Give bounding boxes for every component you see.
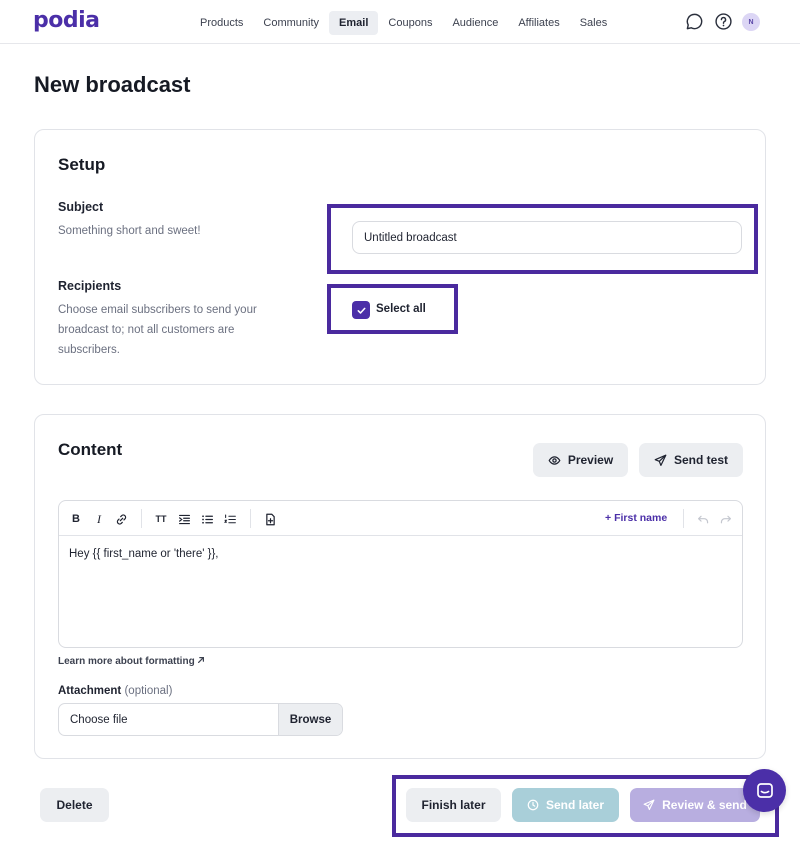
preview-label: Preview — [567, 453, 614, 467]
recipients-label: Recipients — [58, 279, 122, 293]
redo-icon[interactable] — [717, 511, 733, 527]
page-title: New broadcast — [34, 72, 191, 97]
choose-file-text[interactable]: Choose file — [70, 714, 128, 726]
chat-icon[interactable] — [685, 12, 705, 32]
attachment-label: Attachment (optional) — [58, 685, 172, 697]
send-test-button[interactable]: Send test — [639, 443, 743, 477]
preview-button[interactable]: Preview — [533, 443, 628, 477]
undo-icon[interactable] — [695, 511, 711, 527]
bold-icon[interactable]: B — [68, 511, 84, 527]
top-nav: podia Products Community Email Coupons A… — [0, 0, 800, 44]
insert-file-icon[interactable] — [262, 511, 278, 527]
email-editor: B I TT + First name Hey {{ first_name or… — [58, 500, 743, 648]
toolbar-divider — [683, 509, 684, 528]
bullet-list-icon[interactable] — [199, 511, 215, 527]
toolbar-divider — [141, 509, 142, 528]
select-all-label[interactable]: Select all — [376, 303, 426, 315]
indent-icon[interactable] — [176, 511, 192, 527]
numbered-list-icon[interactable] — [222, 511, 238, 527]
help-icon[interactable] — [714, 12, 734, 32]
subject-label: Subject — [58, 200, 104, 214]
review-send-button[interactable]: Review & send — [630, 788, 760, 822]
nav-affiliates[interactable]: Affiliates — [508, 11, 569, 35]
main-nav: Products Community Email Coupons Audienc… — [190, 10, 617, 35]
first-name-label: First name — [614, 512, 668, 524]
subject-help: Something short and sweet! — [58, 225, 201, 237]
arrow-up-right-icon — [198, 657, 205, 663]
nav-email[interactable]: Email — [329, 10, 379, 35]
nav-sales[interactable]: Sales — [570, 11, 618, 35]
send-later-label: Send later — [545, 798, 605, 812]
support-chat-button[interactable] — [743, 769, 786, 812]
nav-products[interactable]: Products — [190, 11, 253, 35]
recipients-help: Choose email subscribers to send your br… — [58, 304, 257, 356]
chat-widget-icon — [756, 782, 773, 798]
review-send-label: Review & send — [662, 798, 747, 812]
setup-title: Setup — [58, 155, 106, 174]
select-all-checkbox[interactable] — [352, 301, 370, 319]
send-test-label: Send test — [673, 453, 728, 467]
insert-first-name-button[interactable]: + First name — [605, 512, 667, 524]
nav-coupons[interactable]: Coupons — [378, 11, 442, 35]
subject-input[interactable] — [352, 221, 742, 254]
learn-formatting-label: Learn more about formatting — [58, 656, 195, 667]
user-avatar[interactable]: N — [742, 13, 760, 31]
checkmark-icon — [357, 307, 365, 314]
learn-formatting-link[interactable]: Learn more about formatting — [58, 656, 205, 667]
attachment-optional: (optional) — [124, 685, 173, 697]
attachment-file-input[interactable]: Choose file Browse — [58, 703, 343, 736]
send-icon — [643, 799, 655, 811]
editor-toolbar: B I TT + First name — [59, 501, 742, 536]
attachment-label-text: Attachment — [58, 685, 122, 697]
send-later-button[interactable]: Send later — [512, 788, 619, 822]
clock-icon — [527, 799, 539, 811]
text-size-icon[interactable]: TT — [153, 511, 169, 527]
nav-community[interactable]: Community — [253, 11, 329, 35]
delete-button[interactable]: Delete — [40, 788, 109, 822]
content-title: Content — [58, 440, 123, 459]
eye-icon — [548, 455, 561, 465]
link-icon[interactable] — [113, 511, 129, 527]
toolbar-divider — [250, 509, 251, 528]
browse-button[interactable]: Browse — [278, 704, 342, 735]
editor-body-text[interactable]: Hey {{ first_name or 'there' }}, — [69, 548, 219, 560]
finish-later-button[interactable]: Finish later — [406, 788, 501, 822]
nav-audience[interactable]: Audience — [442, 11, 508, 35]
send-icon — [654, 454, 667, 466]
italic-icon[interactable]: I — [91, 511, 107, 527]
podia-logo[interactable]: podia — [33, 8, 100, 33]
